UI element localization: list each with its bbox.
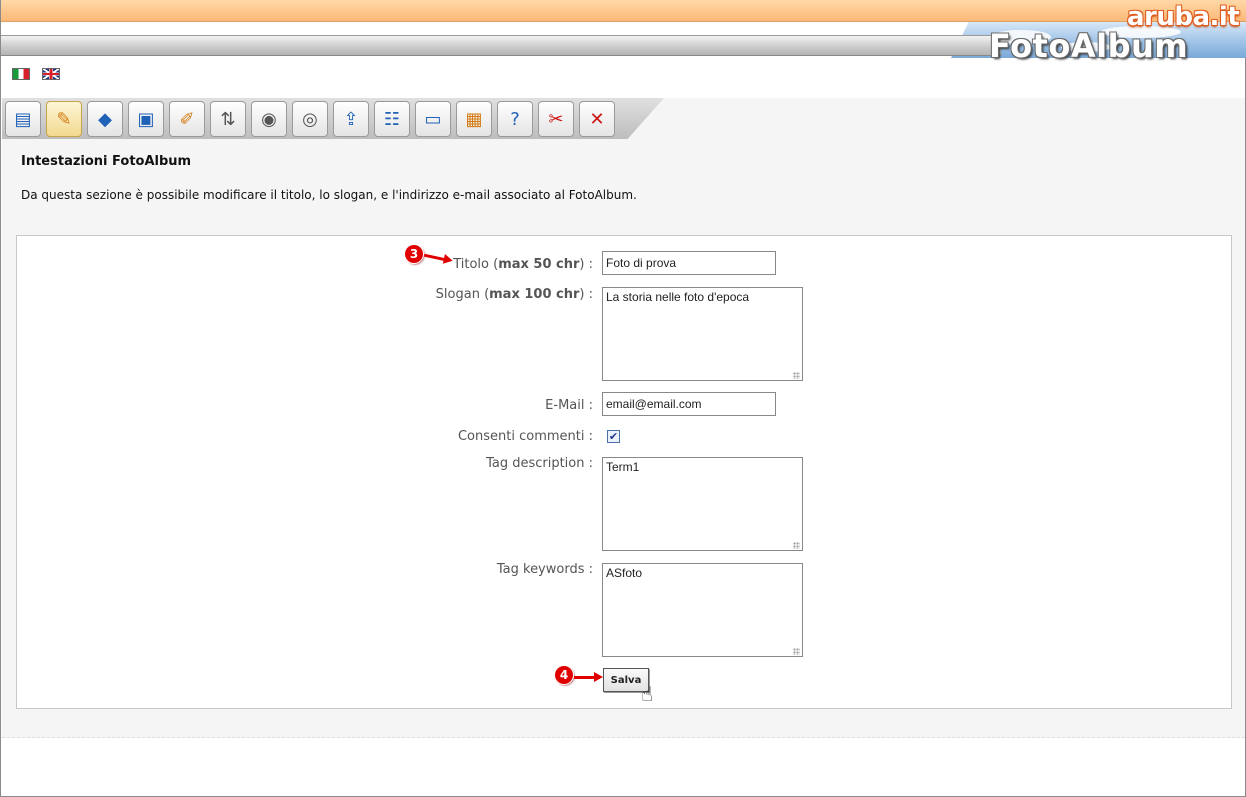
tag-description-label: Tag description : xyxy=(486,456,593,471)
step-marker-3: 3 xyxy=(405,245,423,263)
uk-flag-icon[interactable] xyxy=(42,68,60,80)
delete-icon[interactable]: ✕ xyxy=(579,101,615,137)
slogan-label: Slogan (max 100 chr) : xyxy=(435,287,593,302)
resize-grip-icon[interactable] xyxy=(793,648,800,655)
hand-cursor-icon: ☝ xyxy=(641,682,654,706)
sort-icon[interactable]: ⇅ xyxy=(210,101,246,137)
page-description: Da questa sezione è possibile modificare… xyxy=(21,188,637,202)
tools-icon[interactable]: ✂ xyxy=(538,101,574,137)
admin-toolbar: ▤ ✎ ◆ ▣ ✐ ⇅ ◉ ◎ ⇪ ☷ ▭ ▦ ? ✂ ✕ xyxy=(2,98,664,139)
resize-grip-icon[interactable] xyxy=(793,542,800,549)
language-switcher xyxy=(12,68,60,80)
comments-label: Consenti commenti : xyxy=(457,429,593,444)
edit-photo-icon[interactable]: ✐ xyxy=(169,101,205,137)
package-icon[interactable]: ▦ xyxy=(456,101,492,137)
edit-video-icon[interactable]: ◎ xyxy=(292,101,328,137)
edit-header-icon[interactable]: ✎ xyxy=(46,101,82,137)
app-window: aruba.it FotoAlbum ▤ ✎ ◆ ▣ ✐ ⇅ ◉ ◎ ⇪ ☷ ▭… xyxy=(0,0,1246,797)
top-strip xyxy=(1,0,1246,22)
fotoalbum-logo: FotoAlbum xyxy=(989,27,1189,65)
comments-checkbox[interactable]: ✔ xyxy=(607,430,620,443)
add-photo-icon[interactable]: ▣ xyxy=(128,101,164,137)
tag-description-textarea[interactable]: Term1 xyxy=(602,457,803,551)
titolo-input[interactable] xyxy=(602,251,776,275)
main-content: ▤ ✎ ◆ ▣ ✐ ⇅ ◉ ◎ ⇪ ☷ ▭ ▦ ? ✂ ✕ Intestazio… xyxy=(2,98,1245,738)
theme-icon[interactable]: ◆ xyxy=(87,101,123,137)
display-icon[interactable]: ▭ xyxy=(415,101,451,137)
email-label: E-Mail : xyxy=(545,398,593,413)
help-icon[interactable]: ? xyxy=(497,101,533,137)
resize-grip-icon[interactable] xyxy=(793,372,800,379)
slogan-textarea[interactable]: La storia nelle foto d'epoca xyxy=(602,287,803,381)
add-video-icon[interactable]: ◉ xyxy=(251,101,287,137)
header-silver-bar xyxy=(1,35,1001,56)
upload-icon[interactable]: ⇪ xyxy=(333,101,369,137)
page-title: Intestazioni FotoAlbum xyxy=(21,154,192,169)
arrow-icon xyxy=(574,672,603,682)
header-settings-form: Titolo (max 50 chr) : Slogan (max 100 ch… xyxy=(16,235,1232,709)
arrow-icon xyxy=(423,253,447,262)
titolo-label: Titolo (max 50 chr) : xyxy=(453,257,593,272)
tag-keywords-textarea[interactable]: ASfoto xyxy=(602,563,803,657)
email-input[interactable] xyxy=(602,392,776,416)
step-marker-4: 4 xyxy=(555,666,573,684)
categories-icon[interactable]: ☷ xyxy=(374,101,410,137)
tag-keywords-label: Tag keywords : xyxy=(496,562,593,577)
check-icon: ✔ xyxy=(608,430,619,443)
italy-flag-icon[interactable] xyxy=(12,68,30,80)
album-settings-icon[interactable]: ▤ xyxy=(5,101,41,137)
